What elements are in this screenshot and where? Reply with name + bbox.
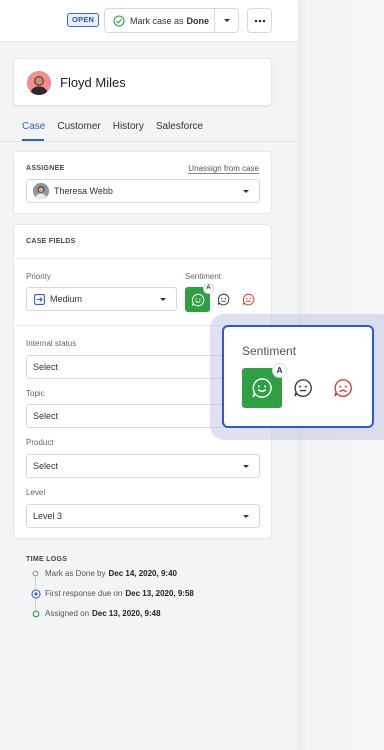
chevron-down-icon xyxy=(223,19,230,22)
mark-done-button[interactable]: Mark case as Done xyxy=(105,9,214,32)
sentiment-negative-button[interactable] xyxy=(238,289,258,309)
chevron-down-icon xyxy=(243,464,249,468)
internal-status-placeholder: Select xyxy=(33,362,59,372)
time-logs-section-label: TIME LOGS xyxy=(26,556,68,563)
sentiment-negative-button-large[interactable] xyxy=(331,376,355,400)
mark-done-strong: Done xyxy=(186,15,210,26)
sentiment-neutral-button[interactable] xyxy=(213,289,233,309)
mark-done-button-group: Mark case as Done xyxy=(104,8,239,33)
contact-name: Floyd Miles xyxy=(60,75,126,90)
neutral-face-icon xyxy=(294,379,312,397)
time-log-text: Assigned on xyxy=(45,609,90,618)
tabs-divider xyxy=(0,141,298,142)
done-dot-icon xyxy=(30,568,41,579)
active-tab-indicator xyxy=(22,139,44,141)
time-log-entry: First response due on Dec 13, 2020, 9:58 xyxy=(30,588,194,599)
auto-badge: A xyxy=(273,364,286,377)
assignee-avatar xyxy=(33,183,49,199)
time-log-date: Dec 13, 2020, 9:48 xyxy=(92,609,161,618)
tab-history[interactable]: History xyxy=(113,121,144,141)
avatar xyxy=(27,71,51,95)
case-fields-section-label: CASE FIELDS xyxy=(26,238,76,245)
sentiment-positive-button[interactable]: A xyxy=(185,284,213,312)
topic-label: Topic xyxy=(26,389,45,398)
product-select[interactable]: Select xyxy=(26,454,260,478)
internal-status-label: Internal status xyxy=(26,339,77,348)
more-horizontal-icon xyxy=(254,19,265,22)
positive-face-icon xyxy=(191,293,204,306)
level-value: Level 3 xyxy=(33,511,63,521)
assignee-select[interactable]: Theresa Webb xyxy=(26,179,260,203)
chevron-down-icon xyxy=(243,189,249,193)
product-label: Product xyxy=(26,438,54,447)
level-label: Level xyxy=(26,488,46,497)
tab-case[interactable]: Case xyxy=(22,121,45,141)
chevron-down-icon xyxy=(243,514,249,518)
sentiment-label: Sentiment xyxy=(185,272,222,281)
time-log-text: First response due on xyxy=(45,589,123,598)
sentiment-callout: Sentiment A xyxy=(222,325,374,428)
contact-card[interactable]: Floyd Miles xyxy=(13,58,272,106)
assignee-value: Theresa Webb xyxy=(54,186,113,196)
priority-label: Priority xyxy=(26,272,51,281)
case-toolbar: OPEN Mark case as Done xyxy=(0,0,298,42)
mark-done-label: Mark case as xyxy=(130,15,184,26)
time-log-entry: Mark as Done by Dec 14, 2020, 9:40 xyxy=(30,568,177,579)
status-badge: OPEN xyxy=(67,13,100,27)
level-select[interactable]: Level 3 xyxy=(26,504,260,528)
assigned-dot-icon xyxy=(30,608,41,619)
assignee-section-label: ASSIGNEE xyxy=(26,165,65,172)
more-options-button[interactable] xyxy=(247,8,272,33)
product-placeholder: Select xyxy=(33,461,59,471)
negative-face-icon xyxy=(242,293,254,305)
case-tabs: Case Customer History Salesforce xyxy=(22,121,215,141)
priority-select[interactable]: Medium xyxy=(26,287,177,311)
priority-value: Medium xyxy=(50,294,83,304)
time-log-text: Mark as Done by xyxy=(45,569,106,578)
negative-face-icon xyxy=(334,379,352,397)
target-icon xyxy=(30,588,41,599)
unassign-link[interactable]: Unassign from case xyxy=(188,164,259,174)
sentiment-neutral-button-large[interactable] xyxy=(291,376,315,400)
topic-placeholder: Select xyxy=(33,411,59,421)
positive-face-icon xyxy=(252,378,272,398)
divider xyxy=(14,258,271,259)
chevron-down-icon xyxy=(160,297,166,301)
time-log-date: Dec 13, 2020, 9:58 xyxy=(125,589,194,598)
auto-badge: A xyxy=(204,284,213,293)
tab-salesforce[interactable]: Salesforce xyxy=(156,121,203,141)
time-log-date: Dec 14, 2020, 9:40 xyxy=(108,569,177,578)
priority-arrow-icon xyxy=(34,293,45,305)
sentiment-positive-button-large[interactable]: A xyxy=(242,364,286,408)
sentiment-callout-title: Sentiment xyxy=(242,344,297,358)
assignee-card: ASSIGNEE Unassign from case Theresa Webb xyxy=(13,151,272,214)
tab-customer[interactable]: Customer xyxy=(57,121,100,141)
neutral-face-icon xyxy=(217,293,229,305)
check-circle-icon xyxy=(113,14,125,27)
mark-done-dropdown-button[interactable] xyxy=(214,9,238,32)
time-log-entry: Assigned on Dec 13, 2020, 9:48 xyxy=(30,608,161,619)
